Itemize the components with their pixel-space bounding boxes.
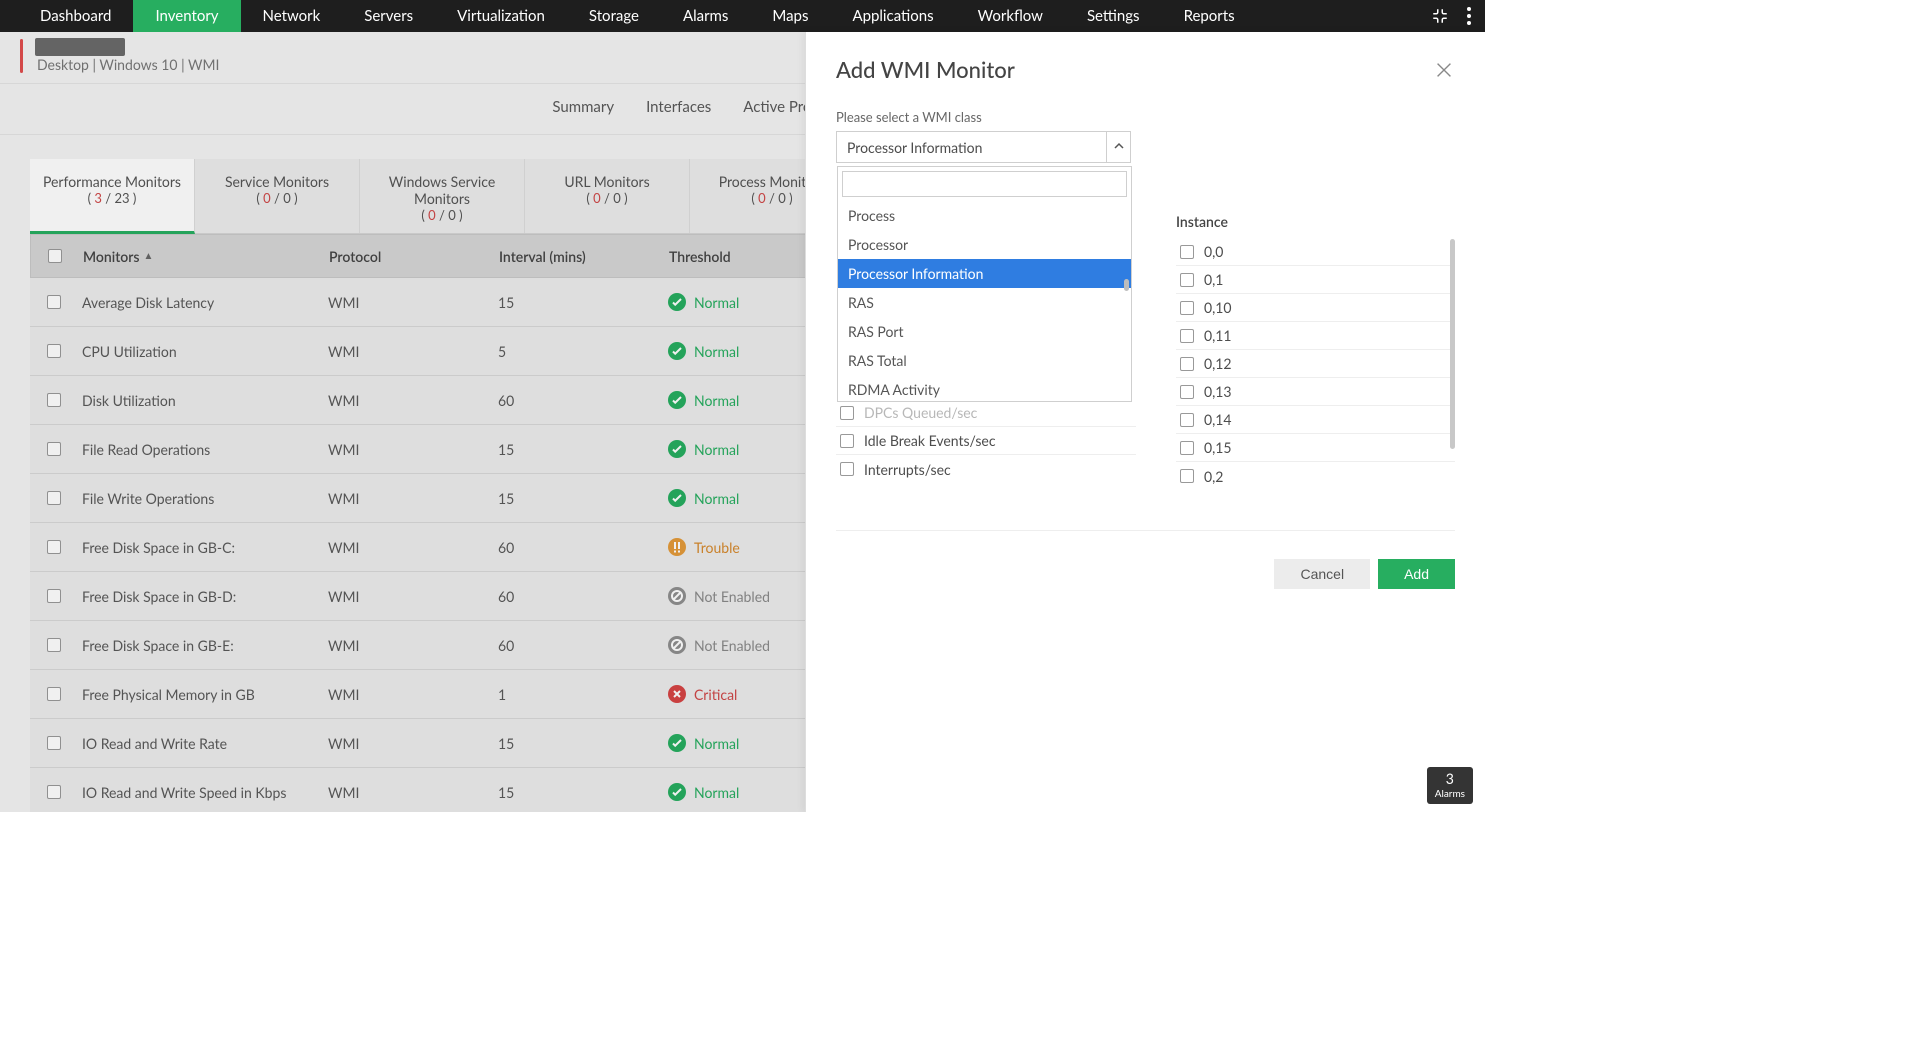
counter-checkbox[interactable] — [840, 406, 854, 420]
instance-label: Instance — [1176, 213, 1455, 230]
col-interval[interactable]: Interval (mins) — [499, 248, 669, 265]
nav-workflow[interactable]: Workflow — [956, 0, 1065, 32]
instance-checkbox[interactable] — [1180, 385, 1194, 399]
fullscreen-collapse-icon[interactable] — [1421, 0, 1459, 32]
dropdown-option[interactable]: RDMA Activity — [838, 375, 1131, 401]
dropdown-option[interactable]: RAS Total — [838, 346, 1131, 375]
more-menu-icon[interactable] — [1459, 0, 1485, 32]
status-icon — [668, 636, 686, 654]
nav-storage[interactable]: Storage — [567, 0, 661, 32]
instance-item[interactable]: 0,12 — [1176, 350, 1455, 378]
topnav: DashboardInventoryNetworkServersVirtuali… — [0, 0, 1485, 32]
counter-item[interactable]: Interrupts/sec — [836, 455, 1136, 483]
monitor-tab[interactable]: Performance Monitors( 3 / 23 ) — [30, 159, 195, 234]
nav-maps[interactable]: Maps — [750, 0, 830, 32]
select-all-checkbox[interactable] — [48, 249, 62, 263]
row-checkbox[interactable] — [47, 589, 61, 603]
row-checkbox[interactable] — [47, 491, 61, 505]
dropdown-option[interactable]: RAS — [838, 288, 1131, 317]
instance-item[interactable]: 0,13 — [1176, 378, 1455, 406]
monitor-tab[interactable]: URL Monitors( 0 / 0 ) — [525, 159, 690, 233]
add-monitor-panel: Add WMI Monitor Please select a WMI clas… — [805, 32, 1485, 812]
status-icon — [668, 734, 686, 752]
status-icon — [668, 293, 686, 311]
panel-title: Add WMI Monitor — [836, 56, 1015, 83]
status-icon — [668, 783, 686, 801]
monitor-tab[interactable]: Windows Service Monitors( 0 / 0 ) — [360, 159, 525, 233]
status-marker — [20, 39, 23, 73]
dropdown-scrollbar[interactable] — [1124, 279, 1129, 291]
instance-item[interactable]: 0,0 — [1176, 238, 1455, 266]
instance-checkbox[interactable] — [1180, 245, 1194, 259]
counter-item[interactable]: Idle Break Events/sec — [836, 427, 1136, 455]
wmi-class-label: Please select a WMI class — [836, 109, 1455, 125]
sort-icon: ▲ — [144, 250, 154, 262]
row-checkbox[interactable] — [47, 687, 61, 701]
instance-scrollbar[interactable] — [1450, 239, 1455, 449]
breadcrumb: Desktop | Windows 10 | WMI — [37, 56, 219, 73]
instance-checkbox[interactable] — [1180, 301, 1194, 315]
add-button[interactable]: Add — [1378, 559, 1455, 589]
row-checkbox[interactable] — [47, 540, 61, 554]
row-checkbox[interactable] — [47, 736, 61, 750]
counter-checkbox[interactable] — [840, 462, 854, 476]
wmi-class-dropdown: ProcessProcessorProcessor InformationRAS… — [837, 166, 1132, 402]
nav-reports[interactable]: Reports — [1162, 0, 1257, 32]
dropdown-search-input[interactable] — [842, 171, 1127, 197]
instance-item[interactable]: 0,15 — [1176, 434, 1455, 462]
subtab-summary[interactable]: Summary — [552, 98, 614, 116]
col-protocol[interactable]: Protocol — [329, 248, 499, 265]
instance-item[interactable]: 0,11 — [1176, 322, 1455, 350]
instance-checkbox[interactable] — [1180, 273, 1194, 287]
row-checkbox[interactable] — [47, 638, 61, 652]
status-icon — [668, 685, 686, 703]
status-icon — [668, 538, 686, 556]
instance-checkbox[interactable] — [1180, 329, 1194, 343]
counter-item[interactable]: DPCs Queued/sec — [836, 399, 1136, 427]
nav-alarms[interactable]: Alarms — [661, 0, 750, 32]
status-icon — [668, 489, 686, 507]
status-icon — [668, 342, 686, 360]
nav-inventory[interactable]: Inventory — [133, 0, 240, 32]
nav-dashboard[interactable]: Dashboard — [18, 0, 133, 32]
counter-checkbox[interactable] — [840, 434, 854, 448]
chevron-down-icon[interactable] — [1106, 132, 1130, 162]
instance-item[interactable]: 0,10 — [1176, 294, 1455, 322]
col-monitors[interactable]: Monitors ▲ — [79, 248, 329, 265]
device-chip — [35, 38, 125, 56]
instance-checkbox[interactable] — [1180, 357, 1194, 371]
wmi-class-select[interactable]: Processor Information ProcessProcessorPr… — [836, 131, 1131, 163]
instance-checkbox[interactable] — [1180, 413, 1194, 427]
instance-item[interactable]: 0,1 — [1176, 266, 1455, 294]
monitor-tab[interactable]: Service Monitors( 0 / 0 ) — [195, 159, 360, 233]
dropdown-option[interactable]: Processor Information — [838, 259, 1131, 288]
subtab-interfaces[interactable]: Interfaces — [646, 98, 711, 116]
instance-item[interactable]: 0,14 — [1176, 406, 1455, 434]
row-checkbox[interactable] — [47, 393, 61, 407]
dropdown-option[interactable]: RAS Port — [838, 317, 1131, 346]
nav-servers[interactable]: Servers — [342, 0, 435, 32]
nav-applications[interactable]: Applications — [830, 0, 955, 32]
instance-checkbox[interactable] — [1180, 441, 1194, 455]
dropdown-option[interactable]: Process — [838, 201, 1131, 230]
status-icon — [668, 440, 686, 458]
dropdown-option[interactable]: Processor — [838, 230, 1131, 259]
nav-settings[interactable]: Settings — [1065, 0, 1162, 32]
nav-virtualization[interactable]: Virtualization — [435, 0, 567, 32]
alarms-badge[interactable]: 3 Alarms — [1427, 767, 1473, 804]
instance-list: 0,00,10,100,110,120,130,140,150,2 — [1176, 238, 1455, 490]
instance-item[interactable]: 0,2 — [1176, 462, 1455, 490]
row-checkbox[interactable] — [47, 344, 61, 358]
cancel-button[interactable]: Cancel — [1274, 559, 1370, 589]
status-icon — [668, 587, 686, 605]
status-icon — [668, 391, 686, 409]
row-checkbox[interactable] — [47, 442, 61, 456]
instance-checkbox[interactable] — [1180, 469, 1194, 483]
row-checkbox[interactable] — [47, 295, 61, 309]
close-icon[interactable] — [1433, 59, 1455, 81]
nav-network[interactable]: Network — [241, 0, 343, 32]
row-checkbox[interactable] — [47, 785, 61, 799]
